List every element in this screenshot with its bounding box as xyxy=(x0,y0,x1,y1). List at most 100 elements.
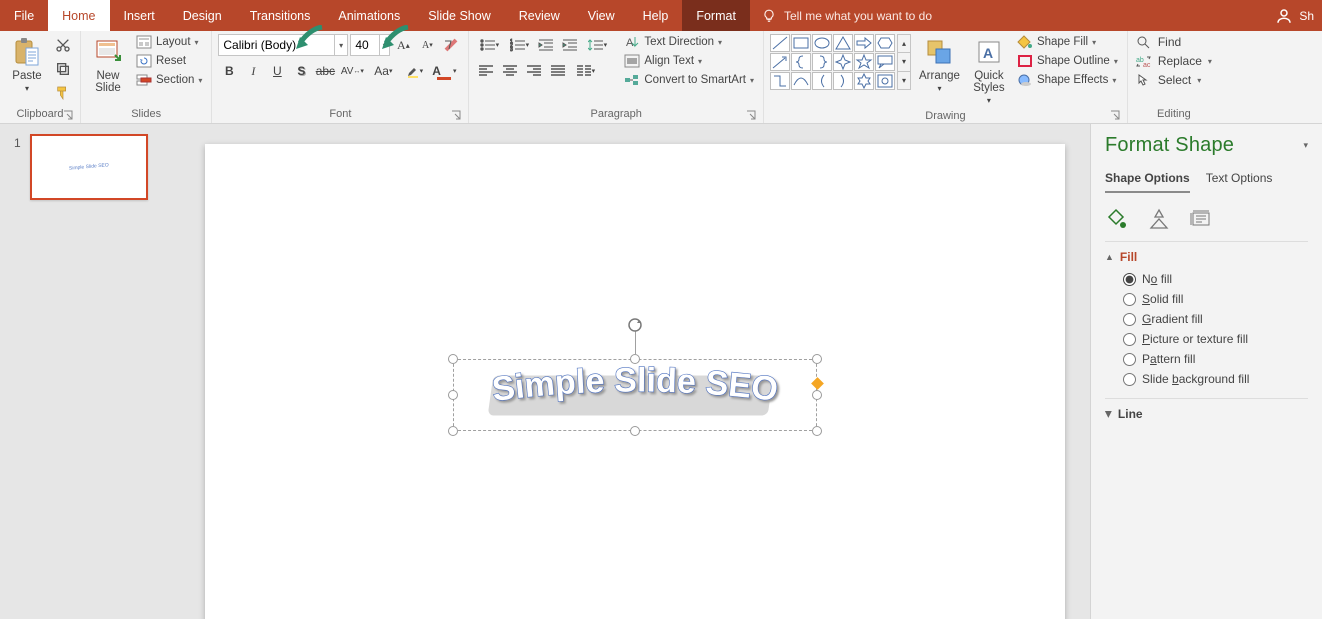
smartart-button[interactable]: Convert to SmartArt▾ xyxy=(621,72,757,88)
tab-review[interactable]: Review xyxy=(505,0,574,31)
shape-fill-button[interactable]: Shape Fill▾ xyxy=(1014,34,1121,50)
select-button[interactable]: Select▾ xyxy=(1134,72,1203,88)
copy-button[interactable] xyxy=(52,58,74,80)
replace-button[interactable]: abacReplace▾ xyxy=(1134,53,1214,69)
tab-slideshow[interactable]: Slide Show xyxy=(414,0,505,31)
align-center-button[interactable] xyxy=(499,60,521,82)
font-size-dropdown[interactable]: ▾ xyxy=(379,35,389,55)
section-line-header[interactable]: ▶Line xyxy=(1105,407,1308,421)
rotate-handle[interactable] xyxy=(627,317,643,333)
section-line-label: Line xyxy=(1118,407,1143,421)
font-name-dropdown[interactable]: ▾ xyxy=(334,35,347,55)
tab-view[interactable]: View xyxy=(574,0,629,31)
text-direction-button[interactable]: AText Direction▾ xyxy=(621,34,757,50)
increase-font-button[interactable]: A▴ xyxy=(392,34,414,56)
drawing-dialog-launcher[interactable] xyxy=(1109,109,1121,121)
shape-effects-button[interactable]: Shape Effects▾ xyxy=(1014,72,1121,88)
tab-transitions[interactable]: Transitions xyxy=(236,0,325,31)
highlight-button[interactable]: ▾ xyxy=(400,60,428,82)
layout-button[interactable]: Layout▾ xyxy=(133,34,205,50)
new-slide-button[interactable]: New Slide xyxy=(87,34,129,96)
tab-animations[interactable]: Animations xyxy=(324,0,414,31)
format-painter-button[interactable] xyxy=(52,82,74,104)
pane-icon-effects[interactable] xyxy=(1147,207,1171,231)
pane-tab-shape-options[interactable]: Shape Options xyxy=(1105,171,1190,193)
shadow-button[interactable]: S xyxy=(290,60,312,82)
smartart-label: Convert to SmartArt xyxy=(644,74,746,86)
tab-format[interactable]: Format xyxy=(682,0,750,31)
pane-dropdown[interactable]: ▾ xyxy=(1303,140,1308,151)
font-dialog-launcher[interactable] xyxy=(450,109,462,121)
group-font: ▾ ▾ A▴ A▾ B I U S abc AV↔▾ Aa▾ ▾ A▾ xyxy=(212,31,469,123)
resize-handle-br[interactable] xyxy=(812,426,822,436)
paragraph-dialog-launcher[interactable] xyxy=(745,109,757,121)
increase-indent-button[interactable] xyxy=(559,34,581,56)
paste-label: Paste xyxy=(12,70,41,82)
slide-canvas-area[interactable]: Simple Slide SEO xyxy=(180,124,1090,619)
radio-slide-bg-fill[interactable]: Slide background fill xyxy=(1123,372,1308,386)
shapes-gallery-scroll[interactable]: ▴▾▾ xyxy=(897,34,911,90)
tab-help[interactable]: Help xyxy=(629,0,683,31)
radio-no-fill[interactable]: No fill xyxy=(1123,272,1308,286)
arrange-button[interactable]: Arrange▾ xyxy=(915,34,964,97)
strike-button[interactable]: abc xyxy=(314,60,336,82)
font-color-button[interactable]: A▾ xyxy=(430,60,458,82)
clear-formatting-button[interactable] xyxy=(440,34,462,56)
user-sign-in[interactable]: Sh xyxy=(1267,0,1322,31)
font-name-input[interactable] xyxy=(219,35,334,55)
section-fill-header[interactable]: ▲Fill xyxy=(1105,250,1308,264)
line-spacing-button[interactable]: ▾ xyxy=(583,34,611,56)
tab-home[interactable]: Home xyxy=(48,0,109,31)
reset-button[interactable]: Reset xyxy=(133,53,205,69)
resize-handle-mt[interactable] xyxy=(630,354,640,364)
decrease-font-button[interactable]: A▾ xyxy=(416,34,438,56)
justify-button[interactable] xyxy=(547,60,569,82)
slide-1[interactable]: Simple Slide SEO xyxy=(205,144,1065,619)
resize-handle-mr[interactable] xyxy=(812,390,822,400)
clipboard-dialog-launcher[interactable] xyxy=(62,109,74,121)
italic-button[interactable]: I xyxy=(242,60,264,82)
resize-handle-ml[interactable] xyxy=(448,390,458,400)
char-spacing-button[interactable]: AV↔▾ xyxy=(338,60,366,82)
decrease-indent-button[interactable] xyxy=(535,34,557,56)
shape-outline-button[interactable]: Shape Outline▾ xyxy=(1014,53,1121,69)
underline-button[interactable]: U xyxy=(266,60,288,82)
columns-button[interactable]: ▾ xyxy=(571,60,599,82)
wordart-selection[interactable]: Simple Slide SEO xyxy=(453,359,817,431)
paste-button[interactable]: Paste▾ xyxy=(6,34,48,97)
tab-file[interactable]: File xyxy=(0,0,48,31)
pane-icon-fill-line[interactable] xyxy=(1105,207,1129,231)
resize-handle-tr[interactable] xyxy=(812,354,822,364)
radio-pattern-fill[interactable]: Pattern fill xyxy=(1123,352,1308,366)
resize-handle-tl[interactable] xyxy=(448,354,458,364)
bullets-button[interactable]: ▾ xyxy=(475,34,503,56)
resize-handle-bl[interactable] xyxy=(448,426,458,436)
bold-button[interactable]: B xyxy=(218,60,240,82)
cut-button[interactable] xyxy=(52,34,74,56)
resize-handle-mb[interactable] xyxy=(630,426,640,436)
align-right-button[interactable] xyxy=(523,60,545,82)
pane-icon-size[interactable] xyxy=(1189,207,1213,231)
wordart-object[interactable]: Simple Slide SEO xyxy=(485,364,785,427)
pane-tab-text-options[interactable]: Text Options xyxy=(1206,171,1273,193)
quick-styles-button[interactable]: A Quick Styles▾ xyxy=(968,34,1010,109)
tab-design[interactable]: Design xyxy=(169,0,236,31)
font-name-combo[interactable]: ▾ xyxy=(218,34,348,56)
align-text-button[interactable]: Align Text▾ xyxy=(621,53,757,69)
radio-gradient-fill[interactable]: Gradient fill xyxy=(1123,312,1308,326)
align-left-button[interactable] xyxy=(475,60,497,82)
numbering-button[interactable]: 123▾ xyxy=(505,34,533,56)
section-button[interactable]: Section▾ xyxy=(133,72,205,88)
find-button[interactable]: Find xyxy=(1134,34,1183,50)
layout-icon xyxy=(136,35,152,49)
radio-picture-fill[interactable]: Picture or texture fill xyxy=(1123,332,1308,346)
line-spacing-icon xyxy=(588,38,604,52)
tab-insert[interactable]: Insert xyxy=(110,0,169,31)
font-size-input[interactable] xyxy=(351,35,379,55)
radio-solid-fill[interactable]: Solid fill xyxy=(1123,292,1308,306)
slide-thumbnail-1[interactable]: Simple Slide SEO xyxy=(30,134,148,200)
shapes-gallery[interactable] xyxy=(770,34,895,90)
tell-me[interactable]: Tell me what you want to do xyxy=(750,0,944,31)
change-case-button[interactable]: Aa▾ xyxy=(368,60,398,82)
font-size-combo[interactable]: ▾ xyxy=(350,34,390,56)
